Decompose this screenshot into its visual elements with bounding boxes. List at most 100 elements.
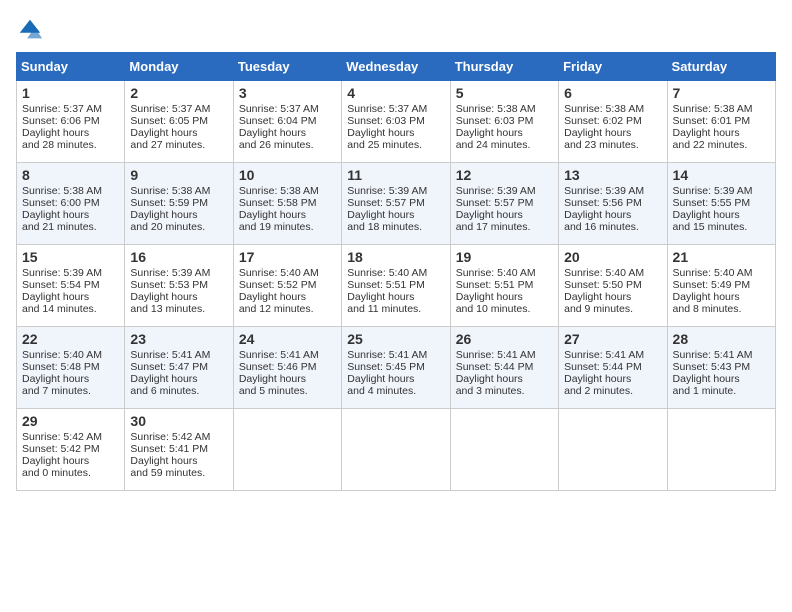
daylight-and-text: and 23 minutes. xyxy=(564,139,661,151)
daylight-and-text: and 25 minutes. xyxy=(347,139,444,151)
sunset-text: Sunset: 5:44 PM xyxy=(456,361,553,373)
sunrise-text: Sunrise: 5:40 AM xyxy=(673,267,770,279)
calendar-cell: 30Sunrise: 5:42 AMSunset: 5:41 PMDayligh… xyxy=(125,409,233,491)
sunset-text: Sunset: 5:46 PM xyxy=(239,361,336,373)
day-number: 30 xyxy=(130,413,227,429)
daylight-text: Daylight hours xyxy=(22,209,119,221)
calendar-cell xyxy=(342,409,450,491)
daylight-text: Daylight hours xyxy=(22,373,119,385)
calendar-cell xyxy=(233,409,341,491)
calendar-table: SundayMondayTuesdayWednesdayThursdayFrid… xyxy=(16,52,776,491)
sunset-text: Sunset: 6:04 PM xyxy=(239,115,336,127)
sunset-text: Sunset: 5:51 PM xyxy=(347,279,444,291)
daylight-and-text: and 7 minutes. xyxy=(22,385,119,397)
calendar-cell: 26Sunrise: 5:41 AMSunset: 5:44 PMDayligh… xyxy=(450,327,558,409)
calendar-cell: 15Sunrise: 5:39 AMSunset: 5:54 PMDayligh… xyxy=(17,245,125,327)
calendar-cell: 1Sunrise: 5:37 AMSunset: 6:06 PMDaylight… xyxy=(17,81,125,163)
daylight-text: Daylight hours xyxy=(564,291,661,303)
day-number: 14 xyxy=(673,167,770,183)
sunset-text: Sunset: 5:50 PM xyxy=(564,279,661,291)
daylight-text: Daylight hours xyxy=(239,209,336,221)
calendar-cell: 28Sunrise: 5:41 AMSunset: 5:43 PMDayligh… xyxy=(667,327,775,409)
day-number: 13 xyxy=(564,167,661,183)
calendar-week-2: 8Sunrise: 5:38 AMSunset: 6:00 PMDaylight… xyxy=(17,163,776,245)
sunrise-text: Sunrise: 5:41 AM xyxy=(456,349,553,361)
header-sunday: Sunday xyxy=(17,53,125,81)
daylight-and-text: and 13 minutes. xyxy=(130,303,227,315)
sunset-text: Sunset: 5:41 PM xyxy=(130,443,227,455)
daylight-text: Daylight hours xyxy=(239,373,336,385)
daylight-text: Daylight hours xyxy=(347,127,444,139)
sunset-text: Sunset: 5:48 PM xyxy=(22,361,119,373)
sunrise-text: Sunrise: 5:39 AM xyxy=(130,267,227,279)
daylight-and-text: and 14 minutes. xyxy=(22,303,119,315)
day-number: 10 xyxy=(239,167,336,183)
daylight-text: Daylight hours xyxy=(673,291,770,303)
daylight-text: Daylight hours xyxy=(564,127,661,139)
calendar-cell: 24Sunrise: 5:41 AMSunset: 5:46 PMDayligh… xyxy=(233,327,341,409)
daylight-and-text: and 8 minutes. xyxy=(673,303,770,315)
day-number: 22 xyxy=(22,331,119,347)
sunrise-text: Sunrise: 5:39 AM xyxy=(22,267,119,279)
sunset-text: Sunset: 5:44 PM xyxy=(564,361,661,373)
calendar-cell: 7Sunrise: 5:38 AMSunset: 6:01 PMDaylight… xyxy=(667,81,775,163)
day-number: 29 xyxy=(22,413,119,429)
calendar-cell: 2Sunrise: 5:37 AMSunset: 6:05 PMDaylight… xyxy=(125,81,233,163)
sunrise-text: Sunrise: 5:41 AM xyxy=(239,349,336,361)
sunset-text: Sunset: 6:03 PM xyxy=(347,115,444,127)
day-number: 6 xyxy=(564,85,661,101)
daylight-text: Daylight hours xyxy=(456,127,553,139)
daylight-text: Daylight hours xyxy=(22,291,119,303)
calendar-cell: 27Sunrise: 5:41 AMSunset: 5:44 PMDayligh… xyxy=(559,327,667,409)
sunrise-text: Sunrise: 5:42 AM xyxy=(130,431,227,443)
day-number: 1 xyxy=(22,85,119,101)
header-wednesday: Wednesday xyxy=(342,53,450,81)
daylight-text: Daylight hours xyxy=(130,291,227,303)
sunrise-text: Sunrise: 5:37 AM xyxy=(239,103,336,115)
header-saturday: Saturday xyxy=(667,53,775,81)
calendar-cell: 5Sunrise: 5:38 AMSunset: 6:03 PMDaylight… xyxy=(450,81,558,163)
sunset-text: Sunset: 6:03 PM xyxy=(456,115,553,127)
day-number: 5 xyxy=(456,85,553,101)
daylight-and-text: and 9 minutes. xyxy=(564,303,661,315)
calendar-cell xyxy=(667,409,775,491)
calendar-cell: 13Sunrise: 5:39 AMSunset: 5:56 PMDayligh… xyxy=(559,163,667,245)
daylight-and-text: and 27 minutes. xyxy=(130,139,227,151)
calendar-cell: 20Sunrise: 5:40 AMSunset: 5:50 PMDayligh… xyxy=(559,245,667,327)
daylight-and-text: and 15 minutes. xyxy=(673,221,770,233)
sunrise-text: Sunrise: 5:41 AM xyxy=(347,349,444,361)
calendar-cell: 29Sunrise: 5:42 AMSunset: 5:42 PMDayligh… xyxy=(17,409,125,491)
sunrise-text: Sunrise: 5:38 AM xyxy=(564,103,661,115)
daylight-and-text: and 20 minutes. xyxy=(130,221,227,233)
day-number: 4 xyxy=(347,85,444,101)
calendar-week-4: 22Sunrise: 5:40 AMSunset: 5:48 PMDayligh… xyxy=(17,327,776,409)
sunrise-text: Sunrise: 5:37 AM xyxy=(130,103,227,115)
calendar-cell: 3Sunrise: 5:37 AMSunset: 6:04 PMDaylight… xyxy=(233,81,341,163)
daylight-and-text: and 10 minutes. xyxy=(456,303,553,315)
sunset-text: Sunset: 5:58 PM xyxy=(239,197,336,209)
daylight-text: Daylight hours xyxy=(130,209,227,221)
sunrise-text: Sunrise: 5:40 AM xyxy=(347,267,444,279)
sunset-text: Sunset: 5:57 PM xyxy=(347,197,444,209)
calendar-cell: 17Sunrise: 5:40 AMSunset: 5:52 PMDayligh… xyxy=(233,245,341,327)
sunrise-text: Sunrise: 5:38 AM xyxy=(130,185,227,197)
daylight-and-text: and 6 minutes. xyxy=(130,385,227,397)
day-number: 20 xyxy=(564,249,661,265)
daylight-text: Daylight hours xyxy=(564,373,661,385)
header-thursday: Thursday xyxy=(450,53,558,81)
daylight-and-text: and 18 minutes. xyxy=(347,221,444,233)
daylight-and-text: and 1 minute. xyxy=(673,385,770,397)
day-number: 18 xyxy=(347,249,444,265)
sunrise-text: Sunrise: 5:39 AM xyxy=(673,185,770,197)
daylight-text: Daylight hours xyxy=(239,291,336,303)
calendar-header-row: SundayMondayTuesdayWednesdayThursdayFrid… xyxy=(17,53,776,81)
daylight-and-text: and 21 minutes. xyxy=(22,221,119,233)
calendar-cell: 12Sunrise: 5:39 AMSunset: 5:57 PMDayligh… xyxy=(450,163,558,245)
logo xyxy=(16,16,48,44)
day-number: 9 xyxy=(130,167,227,183)
calendar-cell: 16Sunrise: 5:39 AMSunset: 5:53 PMDayligh… xyxy=(125,245,233,327)
daylight-and-text: and 28 minutes. xyxy=(22,139,119,151)
daylight-text: Daylight hours xyxy=(130,127,227,139)
header-friday: Friday xyxy=(559,53,667,81)
calendar-cell: 25Sunrise: 5:41 AMSunset: 5:45 PMDayligh… xyxy=(342,327,450,409)
